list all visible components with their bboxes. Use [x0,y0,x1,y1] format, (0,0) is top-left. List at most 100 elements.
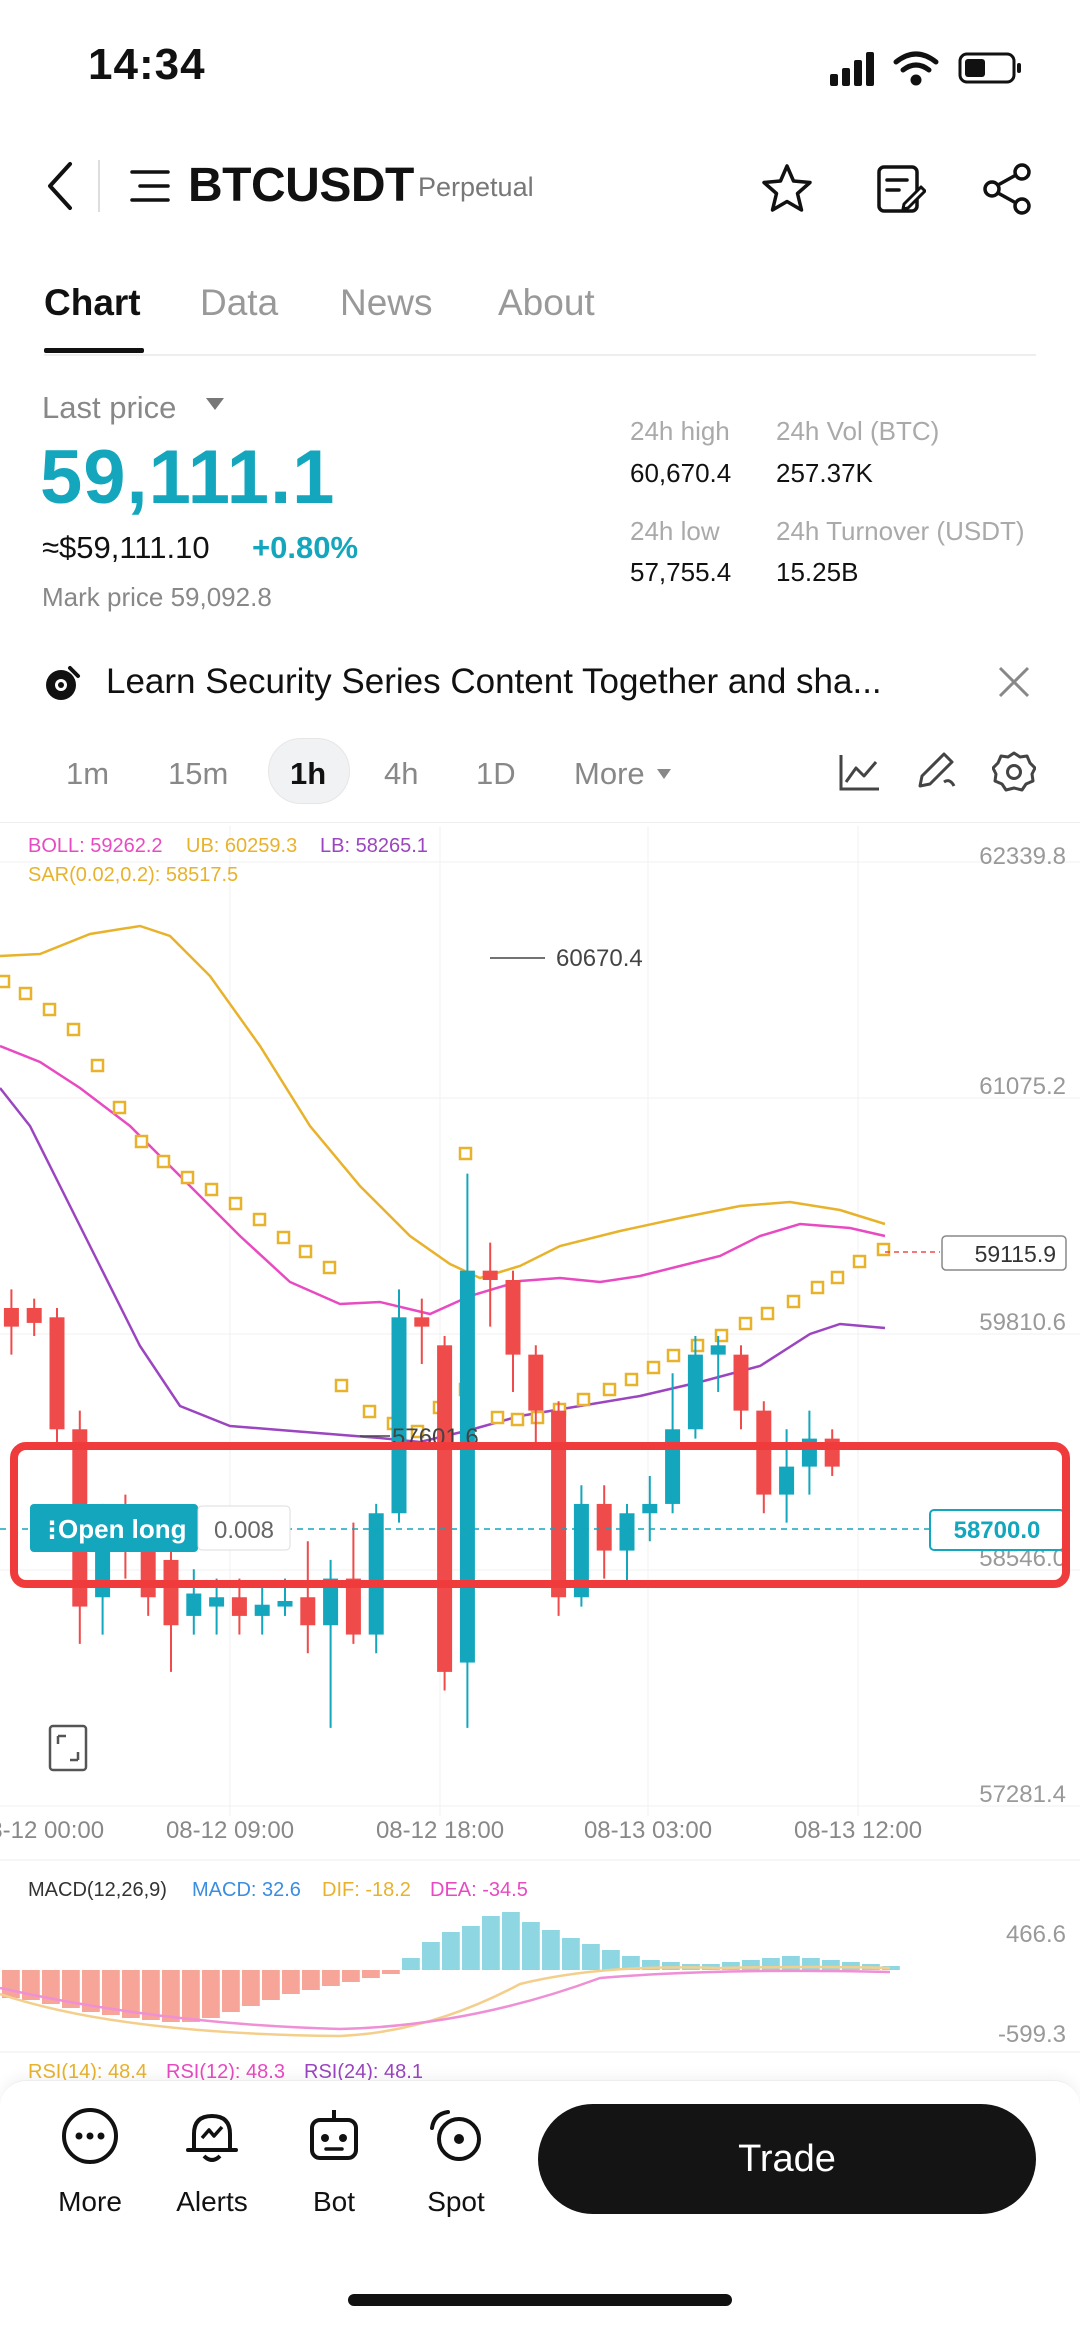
macd-bar [382,1970,400,1974]
rsi24-value: RSI(24): 48.1 [304,2061,423,2080]
candle-body [505,1279,521,1355]
home-indicator [348,2294,732,2306]
sar-dot [830,1270,845,1285]
trade-button[interactable]: Trade [538,2104,1036,2214]
sar-dot [510,1412,525,1427]
symbol-title[interactable]: BTCUSDT [188,158,414,213]
macd-bar [202,1970,220,2018]
time-axis-tick: 08-12 09:00 [166,1817,294,1844]
candle-body [95,1550,111,1598]
sar-dot [530,1410,545,1425]
fullscreen-icon[interactable] [48,1724,88,1772]
candle-body [300,1597,316,1626]
sar-dot [90,1058,105,1073]
macd-bar [302,1970,320,1990]
sar-dot [810,1280,825,1295]
nav-more[interactable]: More [30,2106,150,2226]
sar-dot [112,1100,127,1115]
order-qty-label: 0.008 [214,1517,274,1544]
timeframe-1m[interactable]: 1m [66,756,109,792]
time-axis-tick: 08-13 03:00 [584,1817,712,1844]
timeframe-1d[interactable]: 1D [476,756,516,792]
timeframe-more[interactable]: More [574,756,645,792]
price-axis-tick: 59810.6 [979,1309,1066,1336]
share-icon[interactable] [982,162,1034,216]
candle-body [254,1604,270,1616]
macd-bar [542,1930,560,1970]
macd-bar [362,1970,380,1978]
sar-dot [134,1134,149,1149]
candle-body [209,1597,225,1607]
boll-lb-label: LB: 58265.1 [320,835,428,857]
macd-bar [162,1970,180,2022]
macd-bar [522,1922,540,1970]
caret-down-icon[interactable] [204,396,226,412]
macd-bar [342,1970,360,1982]
caret-down-icon[interactable] [656,768,672,780]
candle-body [3,1307,19,1327]
time-axis-tick: 08-13 12:00 [794,1817,922,1844]
stat-24h-turnover: 15.25B [776,557,859,587]
sar-dot [180,1170,195,1185]
macd-bar [462,1926,480,1970]
draw-tool-icon[interactable] [914,748,958,792]
favorite-star-icon[interactable] [760,162,814,216]
nav-alerts-label: Alerts [176,2186,248,2217]
timeframe-1h[interactable]: 1h [290,756,326,792]
nav-spot[interactable]: Spot [396,2106,516,2226]
candle-body [687,1354,703,1430]
sar-dot [228,1196,243,1211]
sar-dot [690,1338,705,1353]
macd-bar [262,1970,280,2000]
nav-alerts[interactable]: Alerts [152,2106,272,2226]
tab-data[interactable]: Data [200,282,278,324]
stat-24h-low-label: 24h low [630,516,720,546]
sar-dot [786,1294,801,1309]
tab-chart[interactable]: Chart [44,282,141,324]
macd-bar [422,1942,440,1970]
candle-body [733,1354,749,1411]
timeframe-divider [0,822,1080,823]
macd-axis-bottom: -599.3 [998,2021,1066,2048]
time-axis-tick: 08-12 18:00 [376,1817,504,1844]
symbol-menu-icon[interactable] [130,168,170,204]
order-line[interactable]: ⋮Open long 0.008 58700.0 [0,1504,1065,1552]
sar-dot [322,1260,337,1275]
sar-dot [738,1316,753,1331]
high-marker-label: 60670.4 [556,945,643,972]
contract-type-label: Perpetual [418,172,534,202]
candle-body [140,1550,156,1598]
settings-gear-icon[interactable] [992,750,1036,794]
last-price: 59,111.1 [40,435,336,520]
tab-news[interactable]: News [340,282,433,324]
dea-value: DEA: -34.5 [430,1879,528,1901]
macd-panel[interactable]: MACD(12,26,9) MACD: 32.6 DIF: -18.2 DEA:… [0,1856,1080,2080]
timeframe-15m[interactable]: 15m [168,756,228,792]
stat-24h-vol: 257.37K [776,458,873,488]
mark-price: Mark price 59,092.8 [42,582,272,612]
timeframe-4h[interactable]: 4h [384,756,418,792]
header-divider [98,160,100,212]
active-tab-indicator [44,348,144,353]
sar-dot [458,1146,473,1161]
macd-bar [2,1970,20,1998]
chart-type-icon[interactable] [838,752,882,792]
announcement-text[interactable]: Learn Security Series Content Together a… [106,662,936,702]
nav-bot[interactable]: Bot [274,2106,394,2226]
sar-dot [852,1254,867,1269]
candle-body [642,1503,658,1514]
stat-24h-turnover-label: 24h Turnover (USDT) [776,516,1025,546]
back-button[interactable] [40,158,84,214]
macd-bar [242,1970,260,2006]
macd-axis-top: 466.6 [1006,1921,1066,1948]
tab-about[interactable]: About [498,282,595,324]
last-price-label[interactable]: Last price [42,390,176,426]
sar-dot [576,1392,591,1407]
close-icon[interactable] [996,664,1032,700]
candlestick-chart[interactable]: BOLL: 59262.2 UB: 60259.3 LB: 58265.1 SA… [0,826,1080,1856]
candle-body [26,1307,42,1323]
macd-bar [282,1970,300,1994]
notes-icon[interactable] [874,162,926,216]
candle-body [437,1345,453,1672]
wifi-icon [893,51,939,86]
